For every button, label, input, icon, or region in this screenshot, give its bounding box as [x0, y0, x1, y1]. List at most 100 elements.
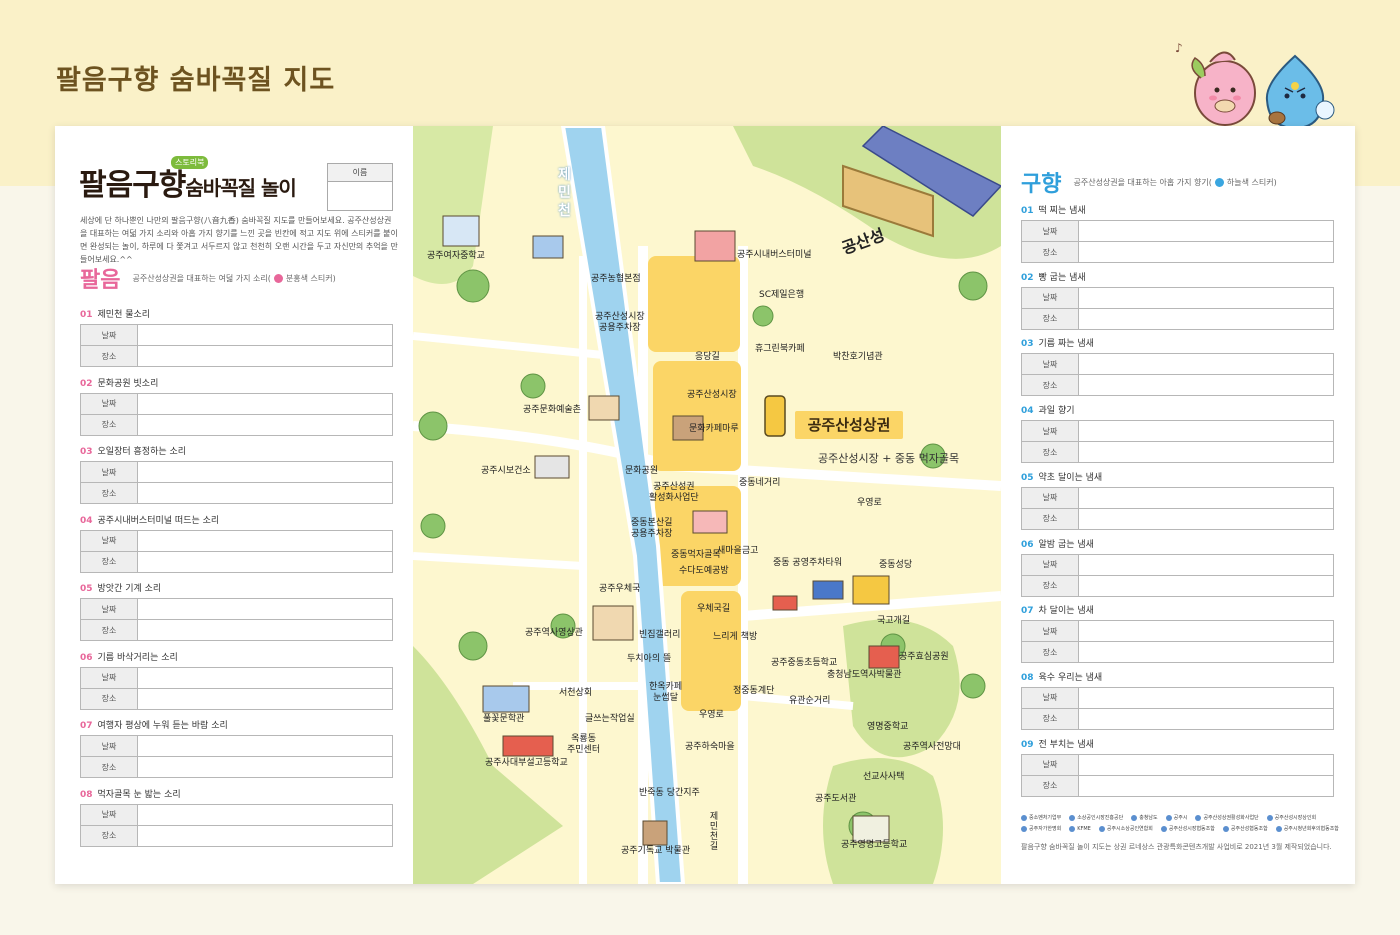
place-field[interactable] — [1078, 507, 1334, 530]
palum-title: 팔음 — [80, 268, 121, 293]
map-label-saemaeul: 새마을금고 — [717, 546, 759, 556]
place-field[interactable] — [1078, 707, 1334, 730]
sponsor-logo: 공주산성협동조합 — [1223, 825, 1268, 832]
item-form: 날짜 장소 — [80, 803, 393, 847]
item-label: 문화공원 빗소리 — [97, 378, 159, 389]
place-field[interactable] — [1078, 441, 1334, 464]
place-label: 장소 — [1021, 774, 1079, 797]
sponsor-logo: 공주산성시장협동조합 — [1161, 825, 1215, 832]
guhyang-panel: 구향 공주산성상권을 대표하는 아홉 가지 향기( 하늘색 스티커) 01 떡 찌… — [1001, 126, 1355, 884]
item-number: 06 — [1021, 539, 1034, 550]
date-field[interactable] — [137, 324, 393, 346]
date-field[interactable] — [137, 666, 393, 689]
item-number: 09 — [1021, 739, 1034, 750]
place-field[interactable] — [137, 619, 393, 641]
item-number: 02 — [1021, 272, 1034, 283]
guhyang-heading: 구향 공주산성상권을 대표하는 아홉 가지 향기( 하늘색 스티커) — [1021, 166, 1277, 198]
map-label-jungdong-church: 중동성당 — [879, 560, 913, 570]
item-form: 날짜 장소 — [1021, 420, 1334, 464]
map-label-girls-middle: 공주여자중학교 — [427, 251, 485, 261]
item-label: 제민천 물소리 — [97, 310, 151, 320]
map-label-bus-terminal: 공주시내버스터미널 — [737, 250, 812, 260]
area-map: 공주산성상권 공주산성시장 + 중동 먹자골목 제민천 공산성 공주여자중학교 공주… — [413, 126, 1001, 884]
place-field[interactable] — [1078, 574, 1334, 597]
date-field[interactable] — [1078, 220, 1334, 242]
item-number: 01 — [1021, 206, 1034, 216]
place-field[interactable] — [137, 687, 393, 710]
place-field[interactable] — [1078, 241, 1334, 263]
date-field[interactable] — [1078, 620, 1334, 643]
item-label: 기름 바삭거리는 소리 — [97, 652, 178, 663]
place-label: 장소 — [1021, 707, 1079, 730]
date-field[interactable] — [1078, 353, 1334, 376]
item-label: 전 부치는 냄새 — [1038, 739, 1094, 750]
item-number: 07 — [80, 721, 93, 731]
date-field[interactable] — [137, 392, 393, 415]
name-label: 이름 — [328, 164, 392, 182]
map-label-nonghyup: 공주농협본점 — [591, 274, 641, 284]
date-label: 날짜 — [1021, 553, 1079, 576]
map-label-yeongmyeong-high: 공주영명고등학교 — [841, 840, 908, 850]
item-form: 날짜 장소 — [1021, 553, 1334, 597]
pink-dot-icon — [273, 273, 283, 283]
date-field[interactable] — [1078, 486, 1334, 509]
right-item-7: 07 차 달이는 냄새 날짜 장소 — [1021, 604, 1334, 664]
blue-mascot-icon — [1265, 54, 1335, 130]
place-field[interactable] — [137, 824, 393, 847]
name-box[interactable]: 이름 — [327, 163, 393, 211]
item-form: 날짜 장소 — [80, 529, 393, 573]
date-field[interactable] — [137, 803, 393, 826]
place-label: 장소 — [80, 482, 138, 504]
item-form: 날짜 장소 — [1021, 353, 1334, 397]
sponsor-logos: 중소벤처기업부 소상공인시장진흥공단 충청남도 공주시 공주산성상권활성화사업단 공주산성… — [1021, 814, 1341, 832]
date-field[interactable] — [137, 461, 393, 483]
area-subtitle: 공주산성시장 + 중동 먹자골목 — [818, 452, 960, 465]
item-form: 날짜 장소 — [80, 392, 393, 436]
map-label-postgil: 우체국길 — [697, 604, 731, 614]
item-form: 날짜 장소 — [1021, 486, 1334, 530]
place-field[interactable] — [137, 756, 393, 778]
date-field[interactable] — [1078, 286, 1334, 309]
left-item-2: 02 문화공원 빗소리 날짜 장소 — [80, 377, 393, 436]
place-field[interactable] — [1078, 774, 1334, 797]
map-label-banjuk-store: 반죽동 당간지주 — [639, 788, 700, 798]
date-field[interactable] — [137, 598, 393, 620]
date-field[interactable] — [137, 529, 393, 552]
item-number: 08 — [80, 789, 93, 800]
date-label: 날짜 — [80, 735, 138, 757]
place-field[interactable] — [137, 345, 393, 367]
date-field[interactable] — [137, 735, 393, 757]
page-title: 팔음구향 숨바꼭질 지도 — [56, 65, 336, 96]
place-field[interactable] — [137, 482, 393, 504]
item-title: 03 기름 짜는 냄새 — [1021, 337, 1334, 351]
footnote: 팔음구향 숨바꼭질 놀이 지도는 상권 르네상스 관광특화콘텐츠개발 사업비로 … — [1021, 843, 1332, 851]
map-label-revival-center: 공주산성권 활성화사업단 — [649, 482, 699, 503]
place-field[interactable] — [137, 550, 393, 573]
date-field[interactable] — [1078, 420, 1334, 443]
place-field[interactable] — [1078, 307, 1334, 330]
item-title: 02 문화공원 빗소리 — [80, 377, 393, 391]
date-label: 날짜 — [80, 324, 138, 346]
logo-badge: 스토리북 — [171, 156, 209, 169]
sponsor-logo: 소상공인시장진흥공단 — [1069, 814, 1123, 821]
item-label: 방앗간 기계 소리 — [97, 584, 162, 594]
item-label: 공주시내버스터미널 떠드는 소리 — [97, 515, 220, 526]
left-item-5: 05 방앗간 기계 소리 날짜 장소 — [80, 582, 393, 641]
date-label: 날짜 — [80, 666, 138, 689]
date-field[interactable] — [1078, 753, 1334, 776]
date-field[interactable] — [1078, 686, 1334, 709]
map-label-uyeongno: 우영로 — [857, 498, 882, 508]
river-name: 제민천 — [558, 167, 571, 219]
place-field[interactable] — [1078, 374, 1334, 397]
place-field[interactable] — [137, 413, 393, 436]
sponsor-logo: KFME — [1069, 825, 1091, 832]
place-field[interactable] — [1078, 641, 1334, 664]
guhyang-title: 구향 — [1021, 172, 1062, 197]
map-label-jungdong-elementary: 공주중동초등학교 — [771, 658, 838, 668]
item-label: 여행자 평상에 누워 듣는 바람 소리 — [97, 721, 228, 731]
map-label-slow-bookstore: 느리게 책방 — [713, 632, 758, 642]
right-item-8: 08 육수 우리는 냄새 날짜 장소 — [1021, 671, 1334, 730]
date-field[interactable] — [1078, 553, 1334, 576]
place-label: 장소 — [80, 687, 138, 710]
item-number: 08 — [1021, 672, 1034, 683]
